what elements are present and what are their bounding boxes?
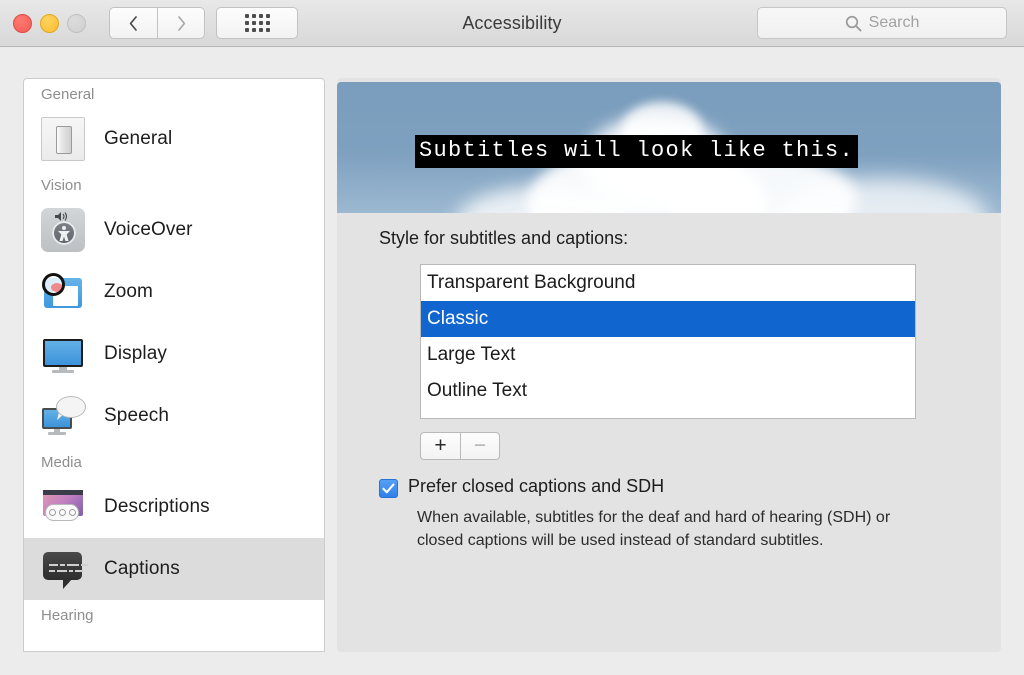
window-titlebar: Accessibility Search	[0, 0, 1024, 47]
sidebar-group-header-vision: Vision	[24, 170, 324, 199]
sidebar-item-label: Speech	[104, 405, 169, 427]
light-switch-icon	[41, 117, 85, 161]
caption-sample-bar: Subtitles will look like this.	[415, 135, 858, 168]
voiceover-icon	[41, 208, 85, 252]
sidebar-item-label: Descriptions	[104, 496, 210, 518]
zoom-magnifier-icon	[41, 270, 85, 314]
style-list-label: Style for subtitles and captions:	[379, 228, 628, 249]
sidebar-item-zoom[interactable]: Zoom	[24, 261, 324, 323]
sidebar-item-label: Display	[104, 343, 167, 365]
accessibility-category-sidebar[interactable]: General General Vision VoiceOver	[23, 78, 325, 652]
search-placeholder: Search	[869, 14, 920, 32]
list-item[interactable]: Large Text	[421, 337, 915, 373]
search-field[interactable]: Search	[757, 7, 1007, 39]
accessibility-person-circle	[52, 221, 76, 245]
list-item[interactable]: Outline Text	[421, 373, 915, 409]
search-icon	[845, 15, 862, 32]
remove-style-button: −	[460, 432, 500, 460]
sidebar-item-captions[interactable]: Captions	[24, 538, 324, 600]
caption-sample-text: Subtitles will look like this.	[419, 138, 854, 163]
captions-settings-pane: Subtitles will look like this. Style for…	[337, 78, 1001, 652]
sidebar-group-header-hearing: Hearing	[24, 600, 324, 629]
sidebar-item-label: General	[104, 128, 172, 150]
add-style-button[interactable]: +	[420, 432, 460, 460]
sidebar-item-voiceover[interactable]: VoiceOver	[24, 199, 324, 261]
display-monitor-icon	[41, 332, 85, 376]
sidebar-group-header-media: Media	[24, 447, 324, 476]
accessibility-preferences-window: Accessibility Search General General Vis…	[0, 0, 1024, 675]
caption-style-list[interactable]: Transparent Background Classic Large Tex…	[420, 264, 916, 419]
speech-bubble-monitor-icon	[41, 394, 85, 438]
sidebar-item-descriptions[interactable]: Descriptions	[24, 476, 324, 538]
sidebar-group-header-general: General	[24, 79, 324, 108]
checkmark-icon	[380, 480, 397, 497]
sidebar-item-speech[interactable]: Speech	[24, 385, 324, 447]
sidebar-item-general[interactable]: General	[24, 108, 324, 170]
list-item[interactable]: Transparent Background	[421, 265, 915, 301]
descriptions-icon	[41, 485, 85, 529]
sidebar-item-label: Zoom	[104, 281, 153, 303]
prefer-closed-captions-help-text: When available, subtitles for the deaf a…	[417, 506, 907, 552]
style-list-controls: + −	[420, 432, 500, 460]
captions-icon	[41, 547, 85, 591]
prefer-closed-captions-row[interactable]: Prefer closed captions and SDH	[379, 476, 664, 498]
prefer-closed-captions-checkbox[interactable]	[379, 479, 398, 498]
sidebar-item-display[interactable]: Display	[24, 323, 324, 385]
prefer-closed-captions-label: Prefer closed captions and SDH	[408, 476, 664, 497]
sidebar-item-label: Captions	[104, 558, 180, 580]
caption-preview: Subtitles will look like this.	[337, 82, 1001, 213]
list-item[interactable]: Classic	[421, 301, 915, 337]
sidebar-item-label: VoiceOver	[104, 219, 193, 241]
